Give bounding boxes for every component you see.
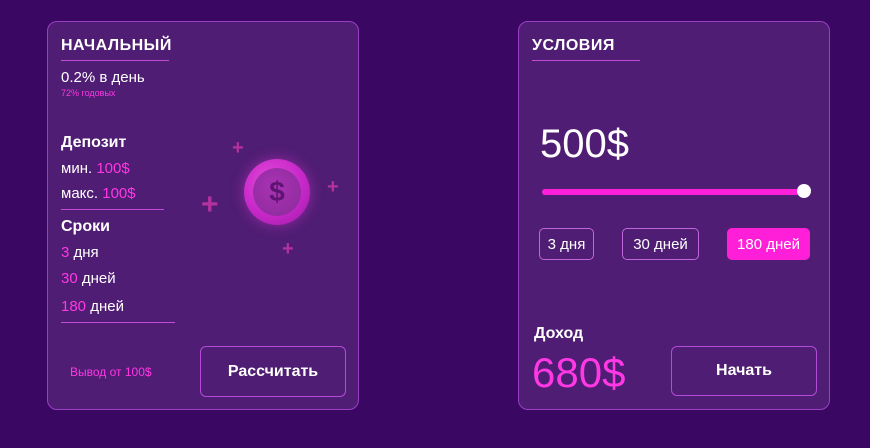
plus-icon: +: [327, 176, 339, 198]
deposit-min: мин. 100$: [61, 160, 130, 177]
deposit-max-label: макс.: [61, 185, 99, 202]
term-item: 3 дня: [61, 244, 99, 261]
amount-slider[interactable]: [542, 189, 804, 195]
slider-handle[interactable]: [797, 184, 811, 198]
coin-symbol: $: [253, 168, 301, 216]
plan-title: НАЧАЛЬНЫЙ: [61, 37, 172, 54]
term-number: 3: [61, 244, 70, 261]
deposit-min-label: мин.: [61, 160, 93, 177]
term-unit: дней: [81, 270, 116, 287]
plan-card: НАЧАЛЬНЫЙ 0.2% в день 72% годовых Депози…: [47, 21, 359, 410]
term-number: 180: [61, 298, 87, 315]
conditions-card: УСЛОВИЯ 500$ 3 дня 30 дней 180 дней Дохо…: [518, 21, 830, 410]
dollar-coin-icon: $: [244, 159, 310, 225]
deposit-max-value: 100$: [102, 185, 136, 202]
terms-underline: [61, 322, 175, 323]
term-unit: дней: [90, 298, 124, 315]
term-item: 180 дней: [61, 298, 124, 315]
duration-30-days-button[interactable]: 30 дней: [622, 228, 699, 260]
withdraw-note: Вывод от 100$: [70, 365, 152, 379]
title-underline: [532, 60, 640, 61]
calculate-button[interactable]: Рассчитать: [200, 346, 346, 397]
income-label: Доход: [534, 325, 584, 342]
amount-display: 500$: [540, 122, 629, 166]
terms-heading: Сроки: [61, 218, 110, 235]
term-item: 30 дней: [61, 270, 116, 287]
duration-3-days-button[interactable]: 3 дня: [539, 228, 594, 260]
annual-rate: 72% годовых: [61, 88, 116, 98]
plus-icon: +: [282, 238, 294, 260]
income-value: 680$: [532, 349, 626, 396]
daily-rate: 0.2% в день: [61, 69, 145, 86]
deposit-heading: Депозит: [61, 134, 127, 151]
term-number: 30: [61, 270, 78, 287]
duration-180-days-button[interactable]: 180 дней: [727, 228, 810, 260]
plus-icon: +: [201, 188, 219, 221]
deposit-min-value: 100$: [96, 160, 130, 177]
term-unit: дня: [73, 244, 99, 261]
plus-icon: +: [232, 137, 244, 159]
deposit-underline: [61, 209, 164, 210]
title-underline: [61, 60, 169, 61]
deposit-max: макс. 100$: [61, 185, 136, 202]
conditions-title: УСЛОВИЯ: [532, 37, 615, 54]
slider-fill: [542, 189, 804, 195]
start-button[interactable]: Начать: [671, 346, 817, 396]
